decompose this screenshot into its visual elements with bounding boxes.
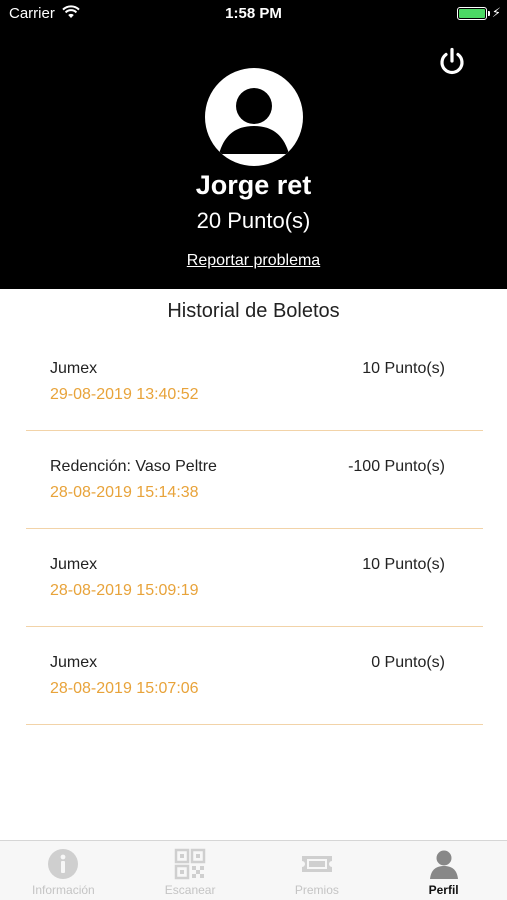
item-date: 28-08-2019 15:09:19 (50, 582, 199, 599)
list-item[interactable]: Jumex 0 Punto(s) 28-08-2019 15:07:06 (26, 627, 483, 725)
status-bar: Carrier 1:58 PM ⚡ (0, 0, 507, 28)
user-name: Jorge ret (195, 170, 312, 200)
item-date: 28-08-2019 15:14:38 (50, 484, 199, 501)
list-item[interactable]: Jumex 10 Punto(s) 29-08-2019 13:40:52 (26, 333, 483, 431)
person-icon (219, 88, 289, 154)
item-points: 10 Punto(s) (362, 556, 445, 573)
tab-label: Perfil (428, 883, 459, 897)
info-icon (48, 849, 79, 879)
item-date: 28-08-2019 15:07:06 (50, 680, 199, 697)
tab-premios[interactable]: Premios (254, 841, 381, 900)
item-points: -100 Punto(s) (348, 458, 445, 475)
charging-icon: ⚡ (491, 5, 501, 20)
tab-perfil[interactable]: Perfil (380, 841, 507, 900)
tab-label: Información (32, 883, 95, 897)
item-name: Redención: Vaso Peltre (50, 458, 217, 475)
item-name: Jumex (50, 360, 98, 377)
qr-code-icon (174, 848, 206, 880)
battery-icon (457, 7, 490, 20)
avatar (205, 68, 303, 166)
section-title: Historial de Boletos (167, 300, 340, 322)
item-name: Jumex (50, 654, 98, 671)
clock: 1:58 PM (225, 5, 282, 22)
tab-label: Escanear (164, 883, 216, 897)
tab-informacion[interactable]: Información (0, 841, 127, 900)
item-date: 29-08-2019 13:40:52 (50, 386, 199, 403)
list-item[interactable]: Jumex 10 Punto(s) 28-08-2019 15:09:19 (26, 529, 483, 627)
item-name: Jumex (50, 556, 98, 573)
power-icon[interactable] (436, 46, 468, 78)
user-points: 20 Punto(s) (196, 208, 311, 233)
tab-label: Premios (294, 883, 339, 897)
ticket-history-list: Jumex 10 Punto(s) 29-08-2019 13:40:52 Re… (26, 333, 483, 725)
profile-header: Carrier 1:58 PM ⚡ Jorge ret 20 Punto(s) … (0, 0, 507, 289)
item-points: 0 Punto(s) (371, 654, 445, 671)
report-problem-link[interactable]: Reportar problema (0, 252, 507, 270)
item-points: 10 Punto(s) (362, 360, 445, 377)
tab-escanear[interactable]: Escanear (127, 841, 254, 900)
list-item[interactable]: Redención: Vaso Peltre -100 Punto(s) 28-… (26, 431, 483, 529)
person-icon (429, 850, 458, 879)
tab-bar: Información Escanear Premios Perfil (0, 840, 507, 900)
ticket-icon (301, 856, 332, 872)
